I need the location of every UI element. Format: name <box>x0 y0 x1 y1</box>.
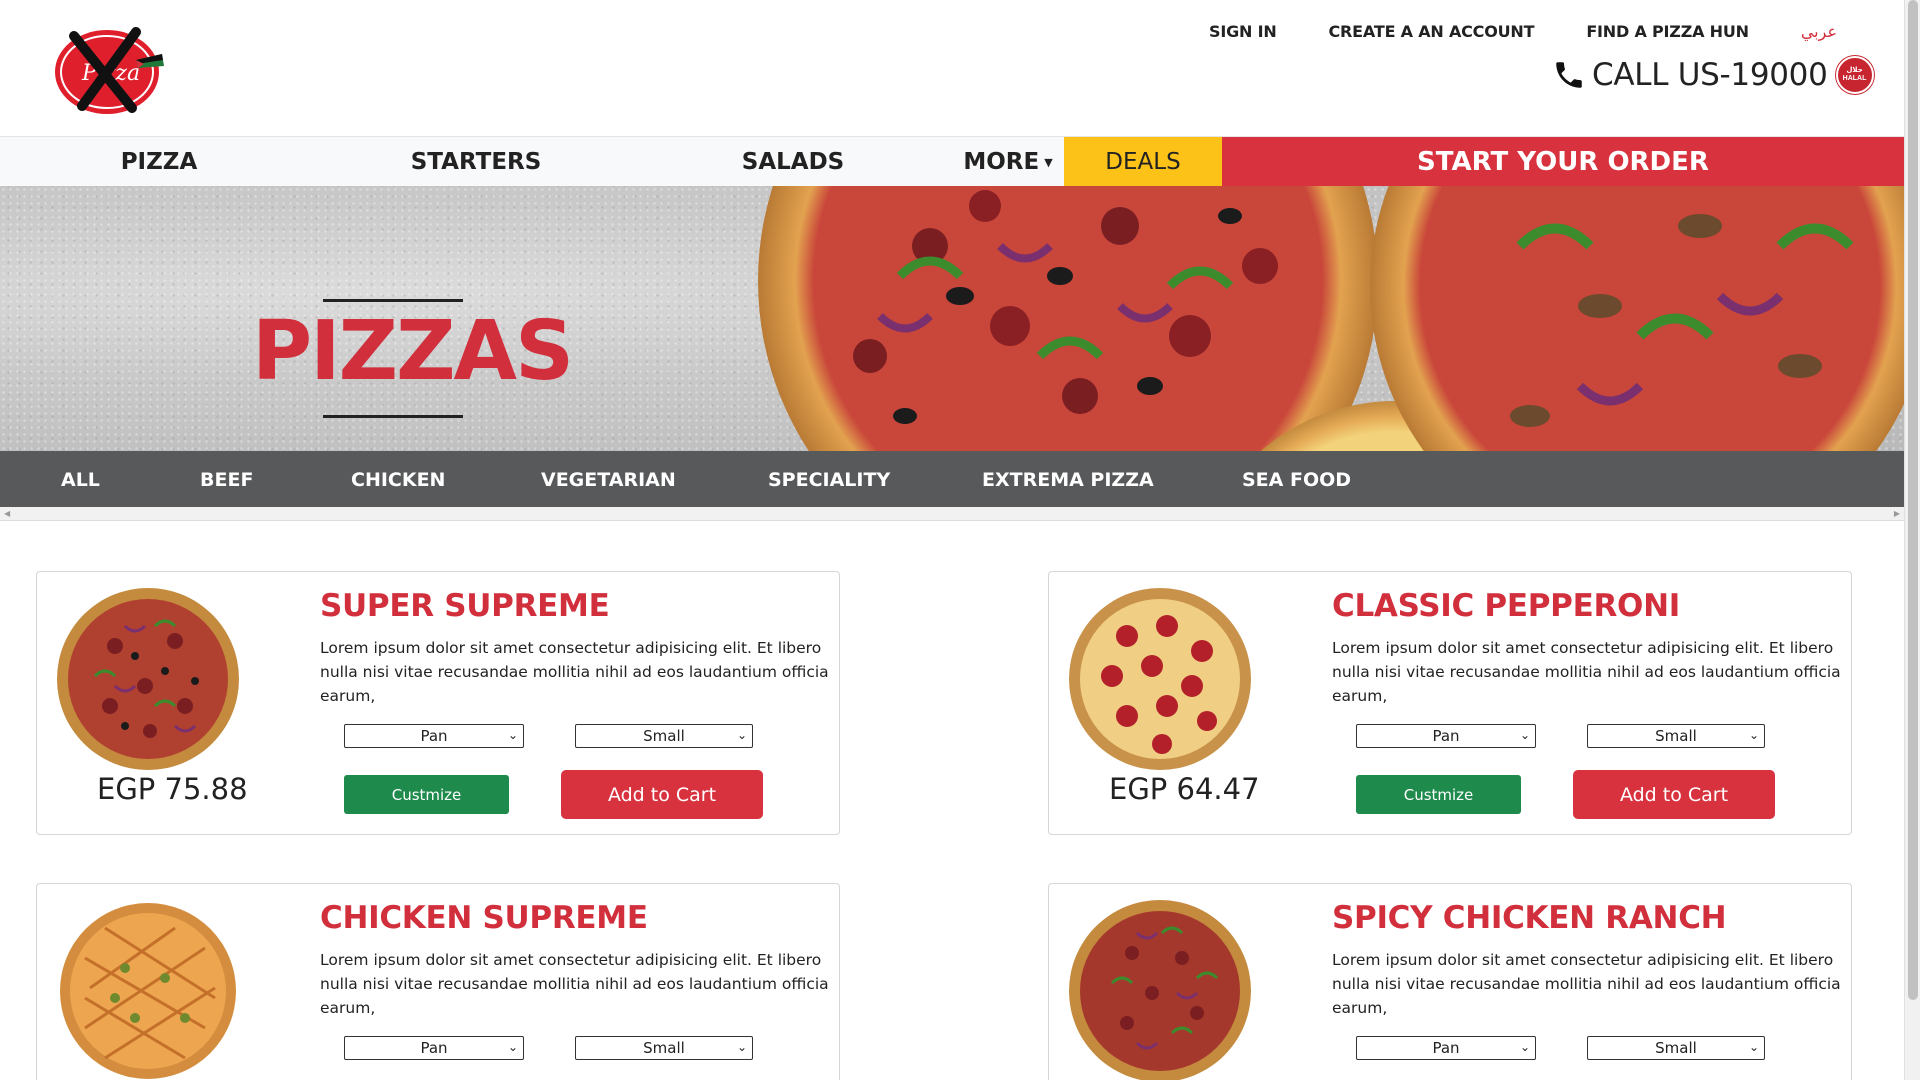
size-select-value: Small <box>643 727 685 745</box>
chevron-down-icon: ⌄ <box>1519 728 1530 742</box>
add-to-cart-button[interactable]: Add to Cart <box>1573 770 1775 819</box>
size-select[interactable]: Small ⌄ <box>1587 724 1765 748</box>
filter-chicken[interactable]: CHICKEN <box>351 469 445 491</box>
chevron-down-icon: ⌄ <box>1748 728 1759 742</box>
horizontal-scrollbar[interactable]: ◀ ▶ <box>0 507 1904 521</box>
filter-vegetarian[interactable]: VEGETARIAN <box>541 469 676 491</box>
call-number[interactable]: CALL US-19000 <box>1592 57 1828 93</box>
filter-beef[interactable]: BEEF <box>200 469 253 491</box>
caret-down-icon: ▼ <box>1044 155 1053 169</box>
product-title: SUPER SUPREME <box>320 588 610 624</box>
language-switch-link[interactable]: عربي <box>1801 22 1837 41</box>
halal-badge-icon: حلال HALAL <box>1835 56 1874 94</box>
sign-in-link[interactable]: SIGN IN <box>1209 22 1277 41</box>
size-select[interactable]: Small ⌄ <box>575 1036 753 1060</box>
chicken-supreme-pizza-image <box>60 903 236 1079</box>
product-card: EGP 75.88 SUPER SUPREME Lorem ipsum dolo… <box>36 571 840 835</box>
crust-select-value: Pan <box>420 727 448 745</box>
product-description: Lorem ipsum dolor sit amet consectetur a… <box>1332 639 1841 705</box>
category-filter-bar: ALL BEEF CHICKEN VEGETARIAN SPECIALITY E… <box>0 451 1904 507</box>
product-card: EGP 64.47 CLASSIC PEPPERONI Lorem ipsum … <box>1048 571 1852 835</box>
crust-select[interactable]: Pan ⌄ <box>1356 724 1536 748</box>
product-card: SPICY CHICKEN RANCH Lorem ipsum dolor si… <box>1048 883 1852 1080</box>
crossed-out-pizza-logo-icon[interactable]: Pizza <box>52 22 170 118</box>
create-account-link[interactable]: CREATE A AN ACCOUNT <box>1329 22 1535 41</box>
chevron-down-icon: ⌄ <box>736 1040 747 1054</box>
spicy-chicken-ranch-pizza-image <box>1069 900 1251 1080</box>
product-description: Lorem ipsum dolor sit amet consectetur a… <box>320 639 829 705</box>
find-store-link[interactable]: FIND A PIZZA HUN <box>1586 22 1749 41</box>
product-price: EGP 75.88 <box>97 772 248 806</box>
size-select[interactable]: Small ⌄ <box>575 724 753 748</box>
crust-select-value: Pan <box>1432 727 1460 745</box>
size-select[interactable]: Small ⌄ <box>1587 1036 1765 1060</box>
scrollbar-thumb[interactable] <box>1908 0 1918 1000</box>
customize-button[interactable]: Custmize <box>344 775 509 814</box>
add-to-cart-button[interactable]: Add to Cart <box>561 770 763 819</box>
customize-button[interactable]: Custmize <box>1356 775 1521 814</box>
nav-salads[interactable]: SALADS <box>634 137 952 187</box>
scroll-right-icon[interactable]: ▶ <box>1894 509 1900 518</box>
site-header: Pizza SIGN IN CREATE A AN ACCOUNT FIND A… <box>0 0 1904 136</box>
filter-extrema-pizza[interactable]: EXTREMA PIZZA <box>982 469 1154 491</box>
nav-deals[interactable]: DEALS <box>1064 137 1222 187</box>
classic-pepperoni-pizza-image <box>1069 588 1251 770</box>
crust-select-value: Pan <box>1432 1039 1460 1057</box>
crust-select[interactable]: Pan ⌄ <box>1356 1036 1536 1060</box>
vertical-scrollbar[interactable] <box>1904 0 1920 1080</box>
filter-speciality[interactable]: SPECIALITY <box>768 469 890 491</box>
super-supreme-pizza-image <box>57 588 239 770</box>
main-nav: PIZZA STARTERS SALADS MORE ▼ DEALS START… <box>0 136 1904 187</box>
product-card: CHICKEN SUPREME Lorem ipsum dolor sit am… <box>36 883 840 1080</box>
chevron-down-icon: ⌄ <box>1519 1040 1530 1054</box>
phone-icon <box>1556 62 1582 88</box>
hero-rule-top <box>323 299 463 302</box>
nav-more-dropdown[interactable]: MORE ▼ <box>952 137 1064 187</box>
top-links: SIGN IN CREATE A AN ACCOUNT FIND A PIZZA… <box>1209 20 1837 42</box>
filter-all[interactable]: ALL <box>61 469 100 491</box>
nav-more-label: MORE <box>963 149 1040 175</box>
hero-title: PIZZAS <box>252 304 574 399</box>
chevron-down-icon: ⌄ <box>507 728 518 742</box>
nav-pizza[interactable]: PIZZA <box>0 137 318 187</box>
product-title: CLASSIC PEPPERONI <box>1332 588 1680 624</box>
product-title: SPICY CHICKEN RANCH <box>1332 900 1727 936</box>
filter-sea-food[interactable]: SEA FOOD <box>1242 469 1351 491</box>
size-select-value: Small <box>643 1039 685 1057</box>
crust-select[interactable]: Pan ⌄ <box>344 1036 524 1060</box>
product-title: CHICKEN SUPREME <box>320 900 648 936</box>
size-select-value: Small <box>1655 1039 1697 1057</box>
crust-select-value: Pan <box>420 1039 448 1057</box>
hero-rule-bottom <box>323 415 463 418</box>
start-order-button[interactable]: START YOUR ORDER <box>1222 137 1904 187</box>
call-us: CALL US-19000 حلال HALAL <box>1552 56 1874 94</box>
hero-banner: PIZZAS <box>0 186 1904 451</box>
size-select-value: Small <box>1655 727 1697 745</box>
product-description: Lorem ipsum dolor sit amet consectetur a… <box>1332 951 1841 1017</box>
chevron-down-icon: ⌄ <box>736 728 747 742</box>
product-description: Lorem ipsum dolor sit amet consectetur a… <box>320 951 829 1017</box>
chevron-down-icon: ⌄ <box>1748 1040 1759 1054</box>
product-price: EGP 64.47 <box>1109 772 1260 806</box>
scroll-left-icon[interactable]: ◀ <box>4 509 10 518</box>
crust-select[interactable]: Pan ⌄ <box>344 724 524 748</box>
chevron-down-icon: ⌄ <box>507 1040 518 1054</box>
nav-starters[interactable]: STARTERS <box>318 137 634 187</box>
